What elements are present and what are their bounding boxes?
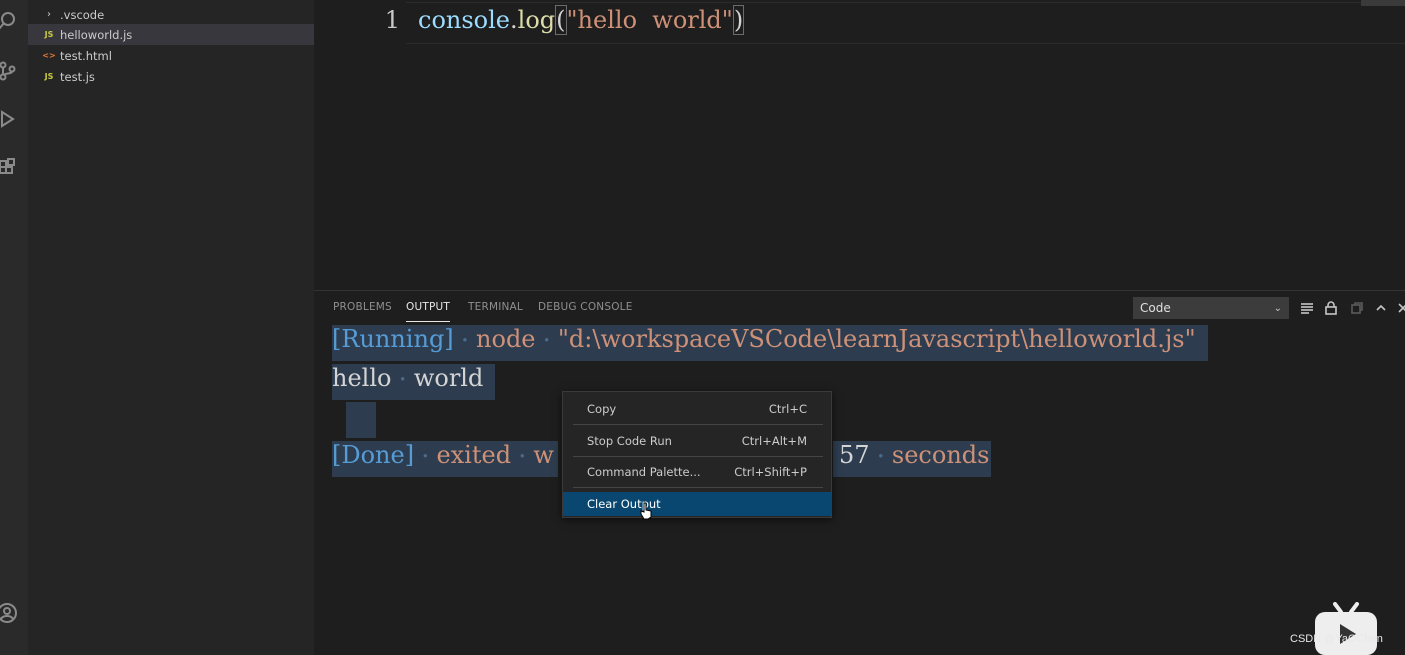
chevron-up-icon[interactable] — [1372, 299, 1390, 317]
output-channel-value: Code — [1140, 301, 1171, 315]
run-debug-icon[interactable] — [0, 106, 20, 132]
output-done-partial: w — [533, 441, 554, 469]
output-result-word: world — [413, 364, 484, 392]
explorer-item-helloworld-js[interactable]: JS helloworld.js — [28, 24, 314, 45]
chevron-down-icon: ⌄ — [1273, 302, 1282, 314]
output-line-running[interactable]: [Running] • node • "d:\workspaceVSCode\l… — [332, 325, 1208, 361]
menu-item-command-palette[interactable]: Command Palette... Ctrl+Shift+P — [563, 460, 831, 484]
output-running-tag: [Running] — [332, 325, 454, 353]
search-icon[interactable] — [0, 8, 20, 34]
menu-item-shortcut: Ctrl+Shift+P — [734, 465, 807, 479]
code-token-object: console — [418, 6, 510, 34]
tab-problems[interactable]: PROBLEMS — [333, 301, 392, 313]
explorer-item-label: test.html — [60, 48, 112, 63]
close-icon[interactable] — [1394, 299, 1405, 317]
output-done-tag: [Done] — [332, 441, 415, 469]
whitespace-dot: • — [461, 333, 469, 348]
html-file-icon: <> — [42, 51, 56, 60]
menu-item-label: Command Palette... — [587, 465, 701, 479]
output-line-blank[interactable] — [346, 402, 376, 438]
output-result-word: hello — [332, 364, 392, 392]
explorer-item-label: helloworld.js — [60, 27, 133, 42]
watermark-text: CSDN @YaOChen — [1290, 633, 1383, 645]
output-running-command: node — [476, 325, 536, 353]
explorer-item-vscode-folder[interactable]: › .vscode — [28, 4, 314, 25]
menu-separator — [573, 424, 823, 425]
menu-separator — [573, 456, 823, 457]
output-done-unit: seconds — [891, 441, 990, 469]
whitespace-dot: • — [399, 372, 407, 387]
code-token-open-paren: ( — [555, 5, 567, 35]
menu-item-clear-output[interactable]: Clear Output — [563, 492, 831, 516]
output-channel-select[interactable]: Code ⌄ — [1133, 297, 1289, 319]
extensions-icon[interactable] — [0, 155, 20, 181]
explorer-sidebar: › .vscode JS helloworld.js <> test.html … — [28, 0, 314, 655]
explorer-item-label: test.js — [60, 69, 95, 84]
output-done-word: exited — [436, 441, 512, 469]
menu-separator — [573, 487, 823, 488]
output-line-done[interactable]: [Done] • exited • w — [332, 441, 558, 477]
js-file-icon: JS — [44, 72, 54, 81]
explorer-item-test-html[interactable]: <> test.html — [28, 45, 314, 66]
whitespace-dot: • — [518, 449, 526, 464]
context-menu: Copy Ctrl+C Stop Code Run Ctrl+Alt+M Com… — [562, 391, 832, 518]
menu-item-stop-code-run[interactable]: Stop Code Run Ctrl+Alt+M — [563, 429, 831, 453]
activity-bar — [0, 0, 28, 655]
menu-item-copy[interactable]: Copy Ctrl+C — [563, 397, 831, 421]
tab-output[interactable]: OUTPUT — [406, 301, 450, 322]
output-running-path: "d:\workspaceVSCode\learnJavascript\hell… — [557, 325, 1196, 353]
menu-item-shortcut: Ctrl+Alt+M — [741, 434, 807, 448]
menu-item-label: Copy — [587, 402, 617, 416]
clear-output-list-icon[interactable] — [1298, 299, 1316, 317]
bilibili-tv-logo-icon — [1311, 602, 1379, 655]
output-line-result[interactable]: hello • world — [332, 364, 496, 400]
tab-debug-console[interactable]: DEBUG CONSOLE — [538, 301, 633, 313]
code-token-string: "hello world" — [566, 6, 733, 34]
explorer-item-label: .vscode — [60, 7, 105, 22]
code-editor[interactable]: 1 console.log("hello world") — [314, 0, 1405, 290]
code-token-method: log — [517, 6, 556, 34]
code-token-close-paren: ) — [732, 5, 745, 35]
whitespace-dot: • — [877, 449, 885, 464]
tab-terminal[interactable]: TERMINAL — [468, 301, 523, 313]
code-line[interactable]: console.log("hello world") — [418, 5, 745, 35]
menu-item-label: Stop Code Run — [587, 434, 672, 448]
source-control-icon[interactable] — [0, 58, 20, 84]
account-icon[interactable] — [0, 600, 20, 626]
output-done-time: 57 — [839, 441, 870, 469]
js-file-icon: JS — [44, 30, 54, 39]
whitespace-dot: • — [421, 449, 429, 464]
maximize-panel-icon[interactable] — [1348, 299, 1366, 317]
explorer-item-test-js[interactable]: JS test.js — [28, 66, 314, 87]
lock-icon[interactable] — [1322, 299, 1340, 317]
line-number: 1 — [384, 6, 400, 34]
code-token-dot: . — [510, 6, 518, 34]
editor-scrollbar[interactable] — [1361, 0, 1405, 6]
output-line-done-tail[interactable]: 57 • seconds — [833, 441, 992, 477]
menu-item-shortcut: Ctrl+C — [768, 402, 807, 416]
whitespace-dot: • — [543, 333, 551, 348]
chevron-right-icon: › — [47, 9, 51, 20]
bottom-panel: PROBLEMS OUTPUT TERMINAL DEBUG CONSOLE C… — [314, 290, 1405, 655]
hand-cursor-icon — [639, 502, 653, 524]
